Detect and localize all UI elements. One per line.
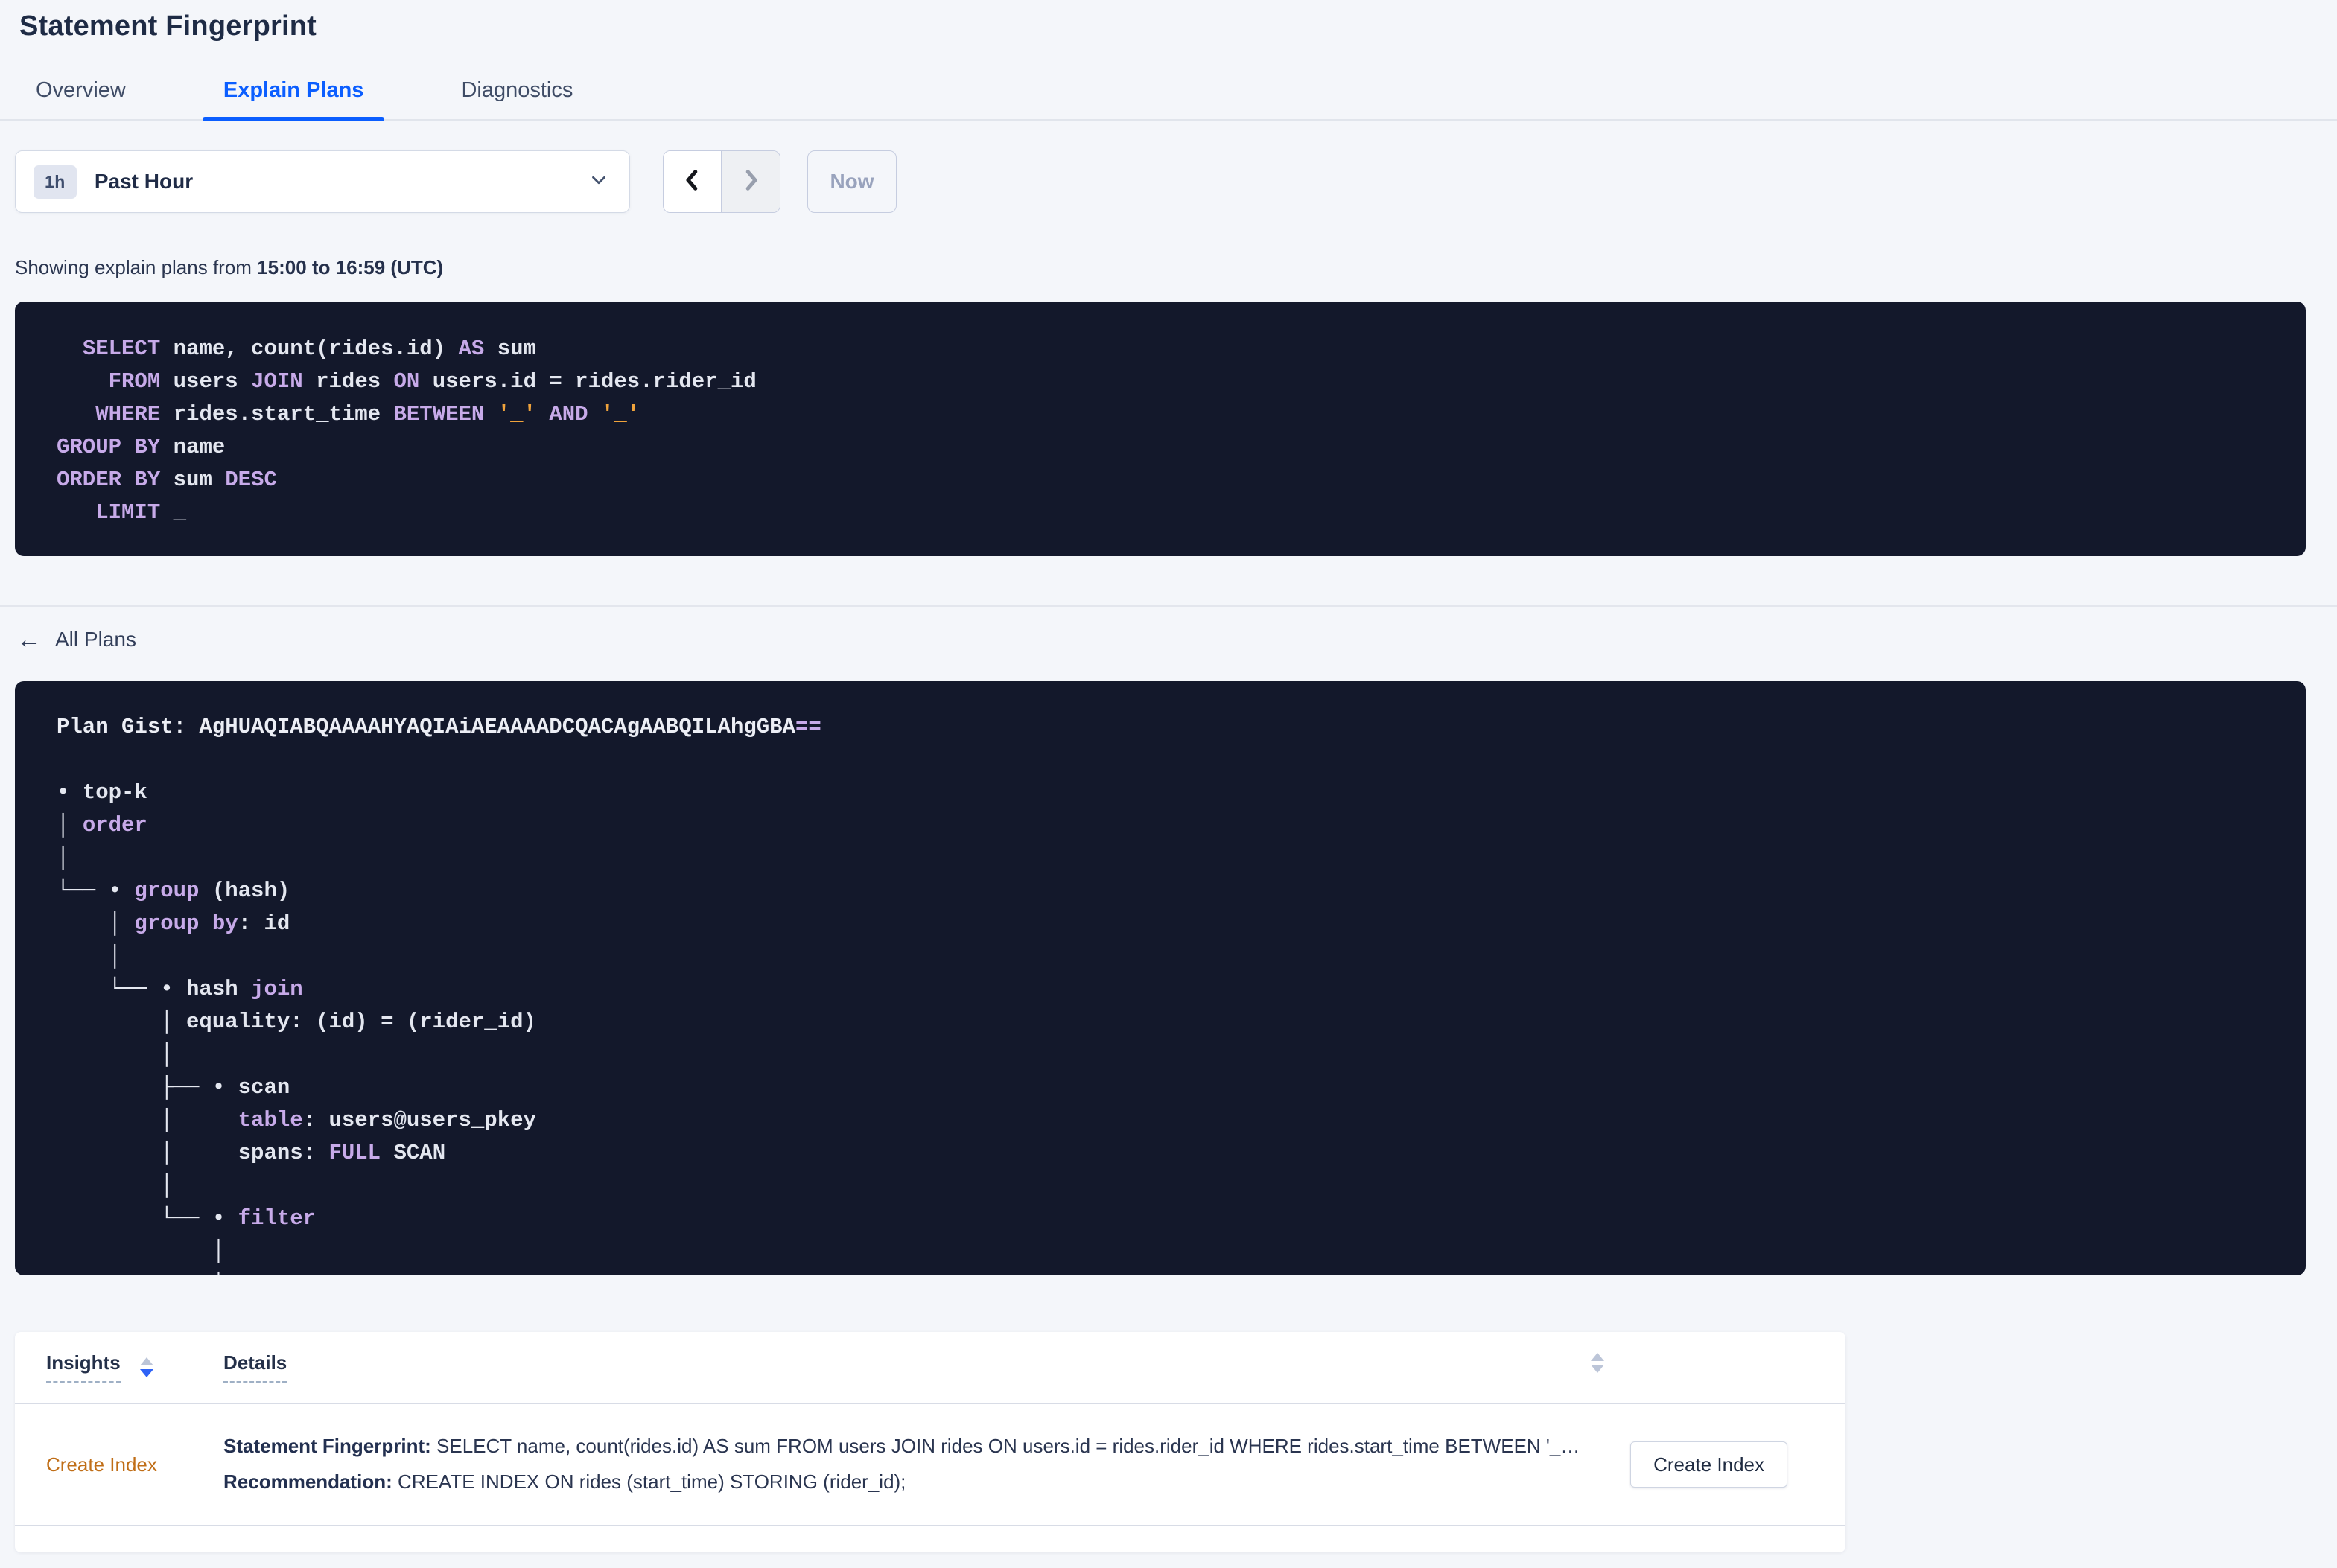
tab-overview[interactable]: Overview bbox=[15, 68, 147, 119]
table-row: Create Index Statement Fingerprint: SELE… bbox=[15, 1404, 1845, 1526]
create-index-link[interactable]: Create Index bbox=[46, 1453, 157, 1476]
details-cell: Statement Fingerprint: SELECT name, coun… bbox=[223, 1404, 1845, 1525]
all-plans-label: All Plans bbox=[55, 628, 136, 651]
chevron-left-icon bbox=[679, 167, 706, 197]
statement-fingerprint-text: SELECT name, count(rides.id) AS sum FROM… bbox=[430, 1435, 1580, 1457]
plan-gist-block: Plan Gist: AgHUAQIABQAAAAHYAQIAiAEAAAADC… bbox=[15, 681, 2306, 1275]
next-time-button-disabled[interactable] bbox=[722, 151, 780, 212]
tab-explain-plans[interactable]: Explain Plans bbox=[202, 68, 385, 121]
tab-bar: Overview Explain Plans Diagnostics bbox=[0, 68, 2337, 121]
previous-time-button[interactable] bbox=[664, 151, 722, 212]
showing-range: 15:00 to 16:59 (UTC) bbox=[257, 256, 444, 278]
time-range-label: Past Hour bbox=[94, 170, 194, 193]
chevron-down-icon bbox=[588, 169, 610, 195]
showing-prefix: Showing explain plans from bbox=[15, 256, 258, 278]
recommendation-label: Recommendation: bbox=[223, 1470, 392, 1493]
column-header-insights[interactable]: Insights bbox=[46, 1351, 121, 1383]
sort-icon-insights[interactable] bbox=[139, 1357, 153, 1377]
time-range-badge: 1h bbox=[34, 165, 77, 199]
arrow-left-icon: ← bbox=[16, 625, 42, 654]
time-toolbar: 1h Past Hour Now bbox=[15, 150, 2306, 213]
sort-icon-right[interactable] bbox=[1591, 1353, 1604, 1373]
now-button[interactable]: Now bbox=[807, 150, 897, 213]
all-plans-back-link[interactable]: ← All Plans bbox=[16, 625, 136, 654]
tab-diagnostics[interactable]: Diagnostics bbox=[440, 68, 594, 119]
statement-fingerprint-label: Statement Fingerprint: bbox=[223, 1435, 431, 1457]
time-range-select[interactable]: 1h Past Hour bbox=[15, 150, 630, 213]
recommendation-text: CREATE INDEX ON rides (start_time) STORI… bbox=[392, 1470, 906, 1493]
insights-table-card: Insights Details Create Index Statement … bbox=[15, 1332, 1845, 1552]
create-index-button[interactable]: Create Index bbox=[1630, 1441, 1787, 1488]
insights-table-header: Insights Details bbox=[15, 1332, 1845, 1404]
column-header-details[interactable]: Details bbox=[223, 1351, 287, 1383]
page-title: Statement Fingerprint bbox=[19, 10, 317, 42]
chevron-right-icon bbox=[737, 167, 764, 197]
showing-range-text: Showing explain plans from 15:00 to 16:5… bbox=[15, 256, 2306, 279]
time-pager bbox=[663, 150, 780, 213]
sql-statement-block: SELECT name, count(rides.id) AS sum FROM… bbox=[15, 302, 2306, 556]
